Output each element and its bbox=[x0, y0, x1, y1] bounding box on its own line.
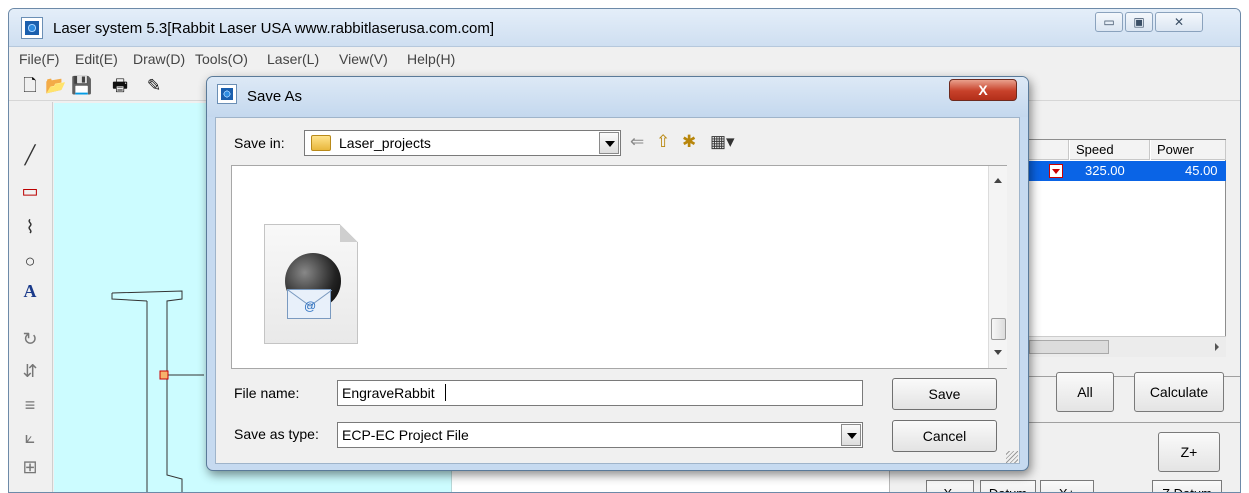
save-in-label: Save in: bbox=[234, 135, 285, 151]
up-folder-icon[interactable]: ⇧ bbox=[656, 132, 670, 152]
back-icon[interactable]: ⇐ bbox=[630, 132, 644, 152]
save-as-type-dropdown[interactable]: ECP-EC Project File bbox=[337, 422, 863, 448]
node-handle[interactable] bbox=[159, 370, 169, 380]
layer-horizontal-scrollbar[interactable] bbox=[1029, 336, 1226, 357]
speed-cell: 325.00 bbox=[1085, 163, 1125, 178]
polyline-tool-icon[interactable]: ⌇ bbox=[17, 214, 43, 240]
new-folder-icon[interactable]: ✱ bbox=[682, 132, 696, 152]
title-bar: Laser system 5.3[Rabbit Laser USA www.ra… bbox=[9, 9, 1240, 47]
scroll-down-icon[interactable] bbox=[994, 350, 1002, 355]
rotate-tool-icon[interactable]: ↻ bbox=[17, 326, 43, 352]
scroll-up-icon[interactable] bbox=[994, 178, 1002, 183]
layer-mode-dropdown-icon[interactable] bbox=[1049, 164, 1063, 178]
file-list-scrollbar[interactable] bbox=[988, 166, 1007, 368]
power-column-header[interactable]: Power bbox=[1151, 140, 1226, 160]
view-menu-icon[interactable]: ▦▾ bbox=[710, 132, 735, 152]
text-tool-icon[interactable]: A bbox=[17, 278, 43, 304]
save-as-type-label: Save as type: bbox=[234, 426, 319, 442]
drawing-tools-panel: ╱ ▭ ⌇ ○ A ↻ ⇵ ≡ ⟀ ⊞ bbox=[9, 102, 53, 492]
print-icon[interactable]: 🖶 bbox=[109, 75, 131, 97]
folder-icon bbox=[311, 135, 331, 151]
app-logo-icon bbox=[21, 17, 43, 39]
svg-text:@: @ bbox=[304, 299, 316, 313]
save-as-type-value: ECP-EC Project File bbox=[342, 427, 469, 443]
scroll-right-icon[interactable] bbox=[1215, 343, 1219, 351]
layer-header-blank bbox=[1029, 140, 1069, 160]
menu-draw[interactable]: Draw(D) bbox=[133, 51, 185, 67]
save-button[interactable]: Save bbox=[892, 378, 997, 410]
save-as-dialog: Save As X Save in: Laser_projects ⇐ ⇧ ✱ … bbox=[206, 76, 1029, 471]
resize-grip-icon[interactable] bbox=[1006, 451, 1018, 463]
menu-file[interactable]: File(F) bbox=[19, 51, 59, 67]
scrollbar-thumb[interactable] bbox=[991, 318, 1006, 340]
speed-column-header[interactable]: Speed bbox=[1070, 140, 1150, 160]
datum-button[interactable]: Datum bbox=[980, 480, 1036, 492]
minimize-button[interactable]: ▭ bbox=[1095, 12, 1123, 32]
node-edit-icon[interactable]: ⟀ bbox=[17, 424, 43, 450]
open-folder-icon[interactable]: 📂 bbox=[45, 75, 67, 97]
menu-tools[interactable]: Tools(O) bbox=[195, 51, 248, 67]
dialog-title: Save As bbox=[247, 88, 303, 105]
x-plus-button[interactable]: X+ bbox=[1040, 480, 1094, 492]
line-tool-icon[interactable]: ╱ bbox=[17, 142, 43, 168]
calculate-button[interactable]: Calculate bbox=[1134, 372, 1224, 412]
close-button[interactable]: ✕ bbox=[1155, 12, 1203, 32]
maximize-button[interactable]: ▣ bbox=[1125, 12, 1153, 32]
z-plus-button[interactable]: Z+ bbox=[1158, 432, 1220, 472]
envelope-icon: @ bbox=[287, 289, 332, 319]
email-globe-file-icon[interactable]: @ bbox=[264, 224, 358, 344]
array-tool-icon[interactable]: ⊞ bbox=[17, 454, 43, 480]
all-button[interactable]: All bbox=[1056, 372, 1114, 412]
dialog-title-bar: Save As X bbox=[207, 77, 1028, 117]
dialog-body: Save in: Laser_projects ⇐ ⇧ ✱ ▦▾ @ File … bbox=[215, 117, 1020, 464]
table-row[interactable]: 325.00 45.00 bbox=[1029, 161, 1226, 181]
pencil-icon[interactable]: ✎ bbox=[143, 75, 165, 97]
x-minus-button[interactable]: X- bbox=[926, 480, 974, 492]
menu-bar: File(F) Edit(E) Draw(D) Tools(O) Laser(L… bbox=[9, 48, 1240, 70]
ellipse-tool-icon[interactable]: ○ bbox=[17, 248, 43, 274]
window-title: Laser system 5.3[Rabbit Laser USA www.ra… bbox=[53, 20, 495, 37]
hscroll-thumb[interactable] bbox=[1029, 340, 1109, 354]
app-logo-icon bbox=[217, 84, 237, 104]
file-name-label: File name: bbox=[234, 385, 300, 401]
file-list[interactable]: @ bbox=[231, 165, 1007, 369]
save-disk-icon[interactable]: 💾 bbox=[71, 75, 93, 97]
chevron-down-icon[interactable] bbox=[599, 132, 619, 154]
z-datum-button[interactable]: Z Datum bbox=[1152, 480, 1222, 492]
text-caret bbox=[445, 384, 446, 401]
save-in-value: Laser_projects bbox=[339, 135, 431, 151]
file-name-value: EngraveRabbit bbox=[342, 385, 435, 401]
layer-table[interactable]: Speed Power 325.00 45.00 bbox=[1028, 139, 1226, 357]
rectangle-tool-icon[interactable]: ▭ bbox=[17, 178, 43, 204]
save-in-dropdown[interactable]: Laser_projects bbox=[304, 130, 621, 156]
menu-help[interactable]: Help(H) bbox=[407, 51, 455, 67]
cancel-button[interactable]: Cancel bbox=[892, 420, 997, 452]
menu-view[interactable]: View(V) bbox=[339, 51, 388, 67]
menu-laser[interactable]: Laser(L) bbox=[267, 51, 319, 67]
power-cell: 45.00 bbox=[1185, 163, 1218, 178]
dialog-close-button[interactable]: X bbox=[949, 79, 1017, 101]
menu-edit[interactable]: Edit(E) bbox=[75, 51, 118, 67]
chevron-down-icon[interactable] bbox=[841, 424, 861, 446]
file-name-input[interactable]: EngraveRabbit bbox=[337, 380, 863, 406]
new-file-icon[interactable]: 🗋 bbox=[19, 75, 41, 97]
mirror-tool-icon[interactable]: ⇵ bbox=[17, 358, 43, 384]
align-tool-icon[interactable]: ≡ bbox=[17, 392, 43, 418]
